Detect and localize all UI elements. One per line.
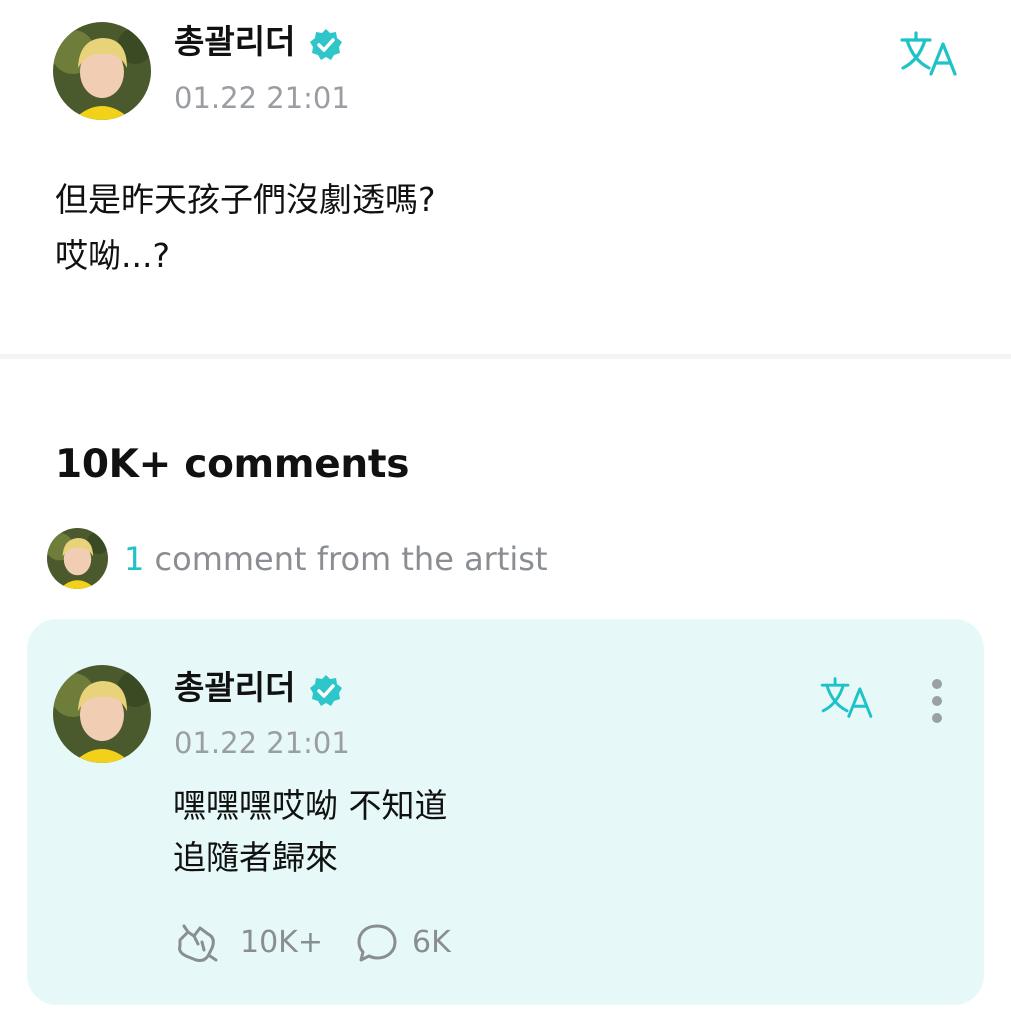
comments-count-heading: 10K+ comments bbox=[55, 442, 410, 487]
more-vertical-icon[interactable] bbox=[927, 679, 947, 723]
translate-icon[interactable] bbox=[819, 676, 875, 724]
post-author-name[interactable]: 총괄리더 bbox=[174, 22, 295, 62]
artist-comment-label: comment from the artist bbox=[144, 540, 548, 578]
post-body: 但是昨天孩子們沒劇透嗎? 哎呦...? bbox=[55, 172, 436, 284]
comment-body: 嘿嘿嘿哎呦 不知道 追隨者歸來 bbox=[173, 780, 448, 884]
verified-badge-icon bbox=[309, 28, 343, 66]
artist-comment-count: 1 bbox=[124, 540, 145, 578]
comment-bubble-icon[interactable] bbox=[355, 922, 399, 968]
post-body-line: 但是昨天孩子們沒劇透嗎? bbox=[55, 180, 436, 219]
comment-author-avatar[interactable] bbox=[53, 665, 151, 763]
like-hand-icon[interactable] bbox=[174, 920, 222, 968]
translate-icon[interactable] bbox=[899, 30, 959, 82]
comment-author-name[interactable]: 총괄리더 bbox=[174, 668, 295, 708]
section-divider bbox=[0, 354, 1011, 359]
post-body-line: 哎呦...? bbox=[55, 236, 170, 275]
post-timestamp: 01.22 21:01 bbox=[174, 81, 350, 115]
artist-comment-avatar[interactable] bbox=[47, 528, 108, 589]
comment-timestamp: 01.22 21:01 bbox=[174, 726, 350, 760]
comment-body-line: 嘿嘿嘿哎呦 不知道 bbox=[173, 786, 448, 825]
verified-badge-icon bbox=[309, 674, 343, 712]
like-count: 10K+ bbox=[240, 925, 323, 960]
post-author-avatar[interactable] bbox=[53, 22, 151, 120]
reply-count: 6K bbox=[412, 925, 451, 960]
artist-comments-link[interactable]: 1 comment from the artist bbox=[124, 539, 547, 579]
comment-body-line: 追隨者歸來 bbox=[173, 838, 338, 877]
